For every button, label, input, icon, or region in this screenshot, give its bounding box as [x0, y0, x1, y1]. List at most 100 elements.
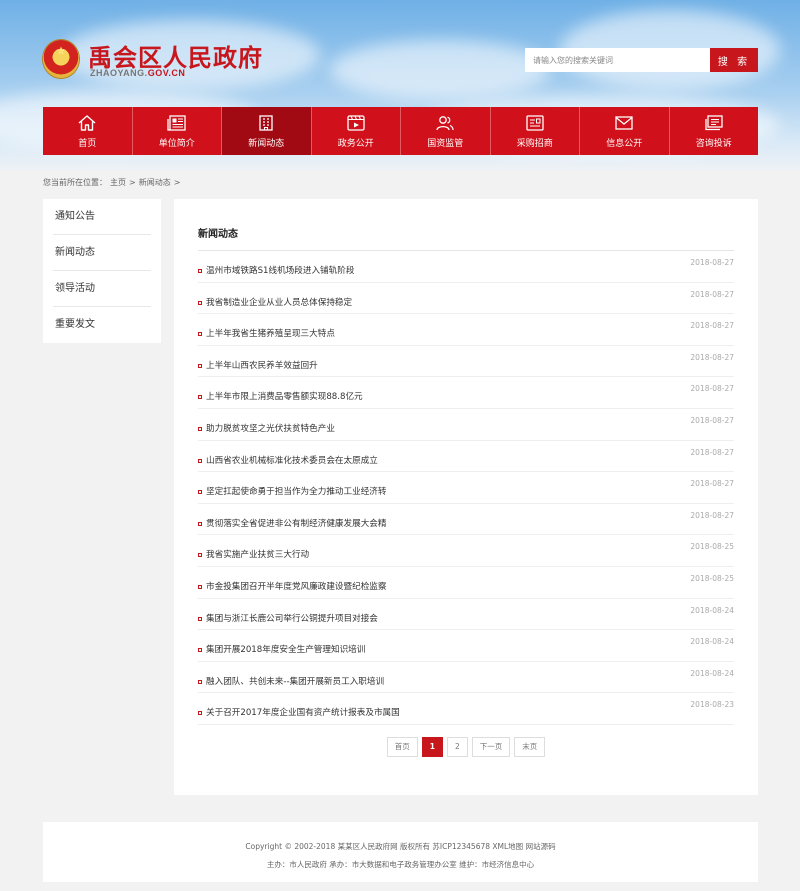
people-icon — [435, 114, 455, 132]
nav-label: 首页 — [78, 138, 97, 149]
list-item[interactable]: 温州市域铁路S1线机场段进入铺轨阶段 2018-08-27 — [198, 251, 734, 283]
list-item[interactable]: 集团开展2018年度安全生产管理知识培训 2018-08-24 — [198, 630, 734, 662]
news-link[interactable]: 我省实施产业扶贫三大行动 — [206, 548, 309, 560]
news-date: 2018-08-27 — [690, 384, 734, 394]
news-link[interactable]: 市金投集团召开半年度党风廉政建设暨纪检监察 — [206, 580, 386, 592]
nav-item-supervision[interactable]: 国资监管 — [401, 107, 491, 155]
id-card-icon — [525, 114, 545, 132]
nav-label: 单位简介 — [158, 138, 195, 149]
news-link[interactable]: 上半年山西农民养羊效益回升 — [206, 359, 318, 371]
footer: Copyright © 2002-2018 某某区人民政府网 版权所有 苏ICP… — [43, 822, 758, 882]
news-link[interactable]: 集团与浙江长鹿公司举行公铜提升项目对接会 — [206, 612, 378, 624]
search-input[interactable] — [525, 48, 710, 72]
news-link[interactable]: 关于召开2017年度企业国有资产统计报表及市属国 — [206, 706, 400, 718]
sponsor-text: 主办：市人民政府 承办：市大数据和电子政务管理办公室 维护：市经济信息中心 — [266, 860, 535, 869]
bullet-icon — [198, 332, 202, 337]
bullet-icon — [198, 300, 202, 305]
news-date: 2018-08-27 — [690, 352, 734, 362]
list-item[interactable]: 山西省农业机械标准化技术委员会在太原成立 2018-08-27 — [198, 441, 734, 473]
news-link[interactable]: 坚定扛起使命勇于担当作为全力推动工业经济转 — [206, 485, 386, 497]
stack-icon — [704, 114, 724, 132]
breadcrumb-prefix: 您当前所在位置： — [43, 178, 107, 187]
sidebar-item-leadership[interactable]: 领导活动 — [53, 271, 151, 307]
site-domain: ZHAOYANG.GOV.CN — [90, 68, 186, 78]
list-item[interactable]: 坚定扛起使命勇于担当作为全力推动工业经济转 2018-08-27 — [198, 472, 734, 504]
news-link[interactable]: 上半年市限上消费品零售额实现88.8亿元 — [206, 390, 363, 402]
bullet-icon — [198, 711, 202, 716]
list-item[interactable]: 我省制造业企业从业人员总体保持稳定 2018-08-27 — [198, 283, 734, 315]
breadcrumb-separator: > — [129, 178, 136, 187]
news-date: 2018-08-27 — [690, 415, 734, 425]
nav-label: 采购招商 — [516, 138, 553, 149]
news-link[interactable]: 融入团队、共创未来--集团开展新员工入职培训 — [206, 675, 384, 687]
news-link[interactable]: 山西省农业机械标准化技术委员会在太原成立 — [206, 454, 378, 466]
news-date: 2018-08-23 — [690, 700, 734, 710]
news-link[interactable]: 贯彻落实全省促进非公有制经济健康发展大会精 — [206, 517, 386, 529]
list-item[interactable]: 上半年市限上消费品零售额实现88.8亿元 2018-08-27 — [198, 377, 734, 409]
bullet-icon — [198, 363, 202, 368]
search-bar: 搜 索 — [525, 48, 758, 72]
nav-item-complaints[interactable]: 咨询投诉 — [670, 107, 759, 155]
list-item[interactable]: 上半年山西农民养羊效益回升 2018-08-27 — [198, 346, 734, 378]
national-emblem-icon — [43, 40, 79, 78]
bullet-icon — [198, 584, 202, 589]
sidebar-item-documents[interactable]: 重要发文 — [53, 307, 151, 343]
news-link[interactable]: 集团开展2018年度安全生产管理知识培训 — [206, 643, 365, 655]
list-item[interactable]: 贯彻落实全省促进非公有制经济健康发展大会精 2018-08-27 — [198, 504, 734, 536]
pagination: 首页 1 2 下一页 末页 — [174, 737, 758, 757]
news-date: 2018-08-27 — [690, 479, 734, 489]
list-item[interactable]: 融入团队、共创未来--集团开展新员工入职培训 2018-08-24 — [198, 662, 734, 694]
next-page-button[interactable]: 下一页 — [471, 737, 511, 757]
page-title: 新闻动态 — [198, 225, 734, 251]
breadcrumb-separator: > — [173, 178, 181, 187]
nav-item-news[interactable]: 新闻动态 — [222, 107, 312, 155]
list-item[interactable]: 市金投集团召开半年度党风廉政建设暨纪检监察 2018-08-25 — [198, 567, 734, 599]
sidebar-item-notices[interactable]: 通知公告 — [53, 199, 151, 235]
news-date: 2018-08-27 — [690, 447, 734, 457]
nav-item-home[interactable]: 首页 — [43, 107, 133, 155]
bullet-icon — [198, 395, 202, 400]
nav-label: 国资监管 — [427, 138, 464, 149]
list-item[interactable]: 助力脱贫攻坚之光伏扶贫特色产业 2018-08-27 — [198, 409, 734, 441]
news-date: 2018-08-24 — [690, 668, 734, 678]
breadcrumb-home-link[interactable]: 主页 — [110, 178, 126, 187]
newspaper-icon — [167, 114, 187, 132]
list-item[interactable]: 集团与浙江长鹿公司举行公铜提升项目对接会 2018-08-24 — [198, 599, 734, 631]
first-page-button[interactable]: 首页 — [386, 737, 418, 757]
last-page-button[interactable]: 末页 — [514, 737, 546, 757]
news-date: 2018-08-27 — [690, 510, 734, 520]
building-icon — [256, 114, 276, 132]
news-date: 2018-08-27 — [690, 258, 734, 267]
news-link[interactable]: 我省制造业企业从业人员总体保持稳定 — [206, 296, 352, 308]
news-link[interactable]: 温州市域铁路S1线机场段进入铺轨阶段 — [206, 264, 354, 276]
nav-label: 信息公开 — [606, 138, 643, 149]
sidebar: 通知公告 新闻动态 领导活动 重要发文 — [43, 199, 161, 343]
search-button[interactable]: 搜 索 — [710, 48, 758, 72]
copyright-text: Copyright © 2002-2018 某某区人民政府网 版权所有 苏ICP… — [245, 842, 556, 851]
nav-item-info[interactable]: 信息公开 — [580, 107, 670, 155]
news-link[interactable]: 助力脱贫攻坚之光伏扶贫特色产业 — [206, 422, 335, 434]
news-list: 温州市域铁路S1线机场段进入铺轨阶段 2018-08-27 我省制造业企业从业人员… — [198, 251, 734, 725]
bullet-icon — [198, 426, 202, 431]
mail-icon — [614, 114, 634, 132]
news-panel: 新闻动态 温州市域铁路S1线机场段进入铺轨阶段 2018-08-27 我省制造业企… — [174, 199, 758, 795]
news-date: 2018-08-25 — [690, 542, 734, 552]
news-date: 2018-08-25 — [690, 573, 734, 583]
nav-item-affairs[interactable]: 政务公开 — [312, 107, 401, 155]
film-icon — [346, 114, 366, 132]
list-item[interactable]: 上半年我省生猪养殖呈现三大特点 2018-08-27 — [198, 314, 734, 346]
bullet-icon — [198, 490, 202, 495]
nav-item-about[interactable]: 单位简介 — [133, 107, 222, 155]
bullet-icon — [198, 648, 202, 653]
nav-item-procurement[interactable]: 采购招商 — [491, 107, 580, 155]
breadcrumb: 您当前所在位置： 主页 > 新闻动态 > — [43, 177, 183, 188]
list-item[interactable]: 关于召开2017年度企业国有资产统计报表及市属国 2018-08-23 — [198, 693, 734, 725]
sidebar-item-news[interactable]: 新闻动态 — [53, 235, 151, 271]
list-item[interactable]: 我省实施产业扶贫三大行动 2018-08-25 — [198, 535, 734, 567]
breadcrumb-current-link[interactable]: 新闻动态 — [139, 178, 171, 187]
page-button-1[interactable]: 1 — [421, 737, 443, 757]
page-button-2[interactable]: 2 — [446, 737, 468, 757]
news-date: 2018-08-27 — [690, 321, 734, 331]
bullet-icon — [198, 458, 202, 463]
news-link[interactable]: 上半年我省生猪养殖呈现三大特点 — [206, 327, 335, 339]
